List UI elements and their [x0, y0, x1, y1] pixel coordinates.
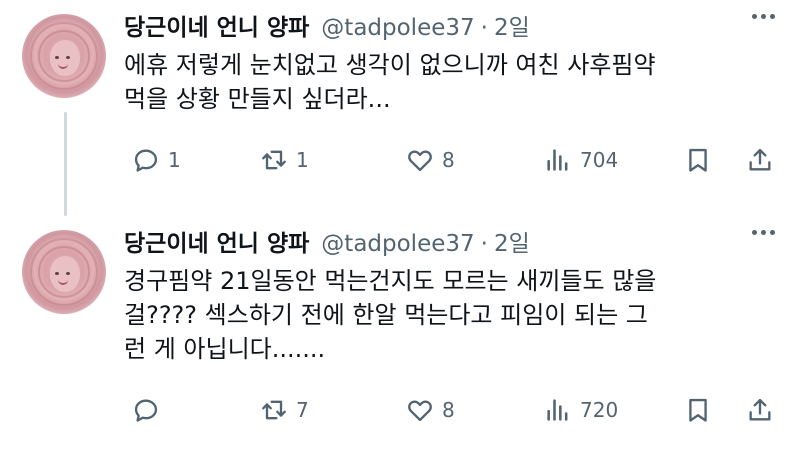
bookmark-button[interactable]: [684, 142, 712, 178]
share-button[interactable]: [746, 142, 774, 178]
view-count: 704: [580, 148, 619, 172]
retweet-count: 7: [296, 398, 309, 422]
like-count: 8: [442, 148, 455, 172]
tweet-text-line: 경구핌약 21일동안 먹는건지도 모르는 새끼들도 많을: [124, 267, 657, 295]
retweet-button[interactable]: 7: [260, 392, 309, 428]
share-icon: [749, 398, 771, 421]
timestamp[interactable]: 2일: [494, 224, 530, 258]
tweet-text-line: 에휴 저렇게 눈치없고 생각이 없으니까 여친 사후핌약: [124, 51, 656, 79]
tweet-text-line: 걸???? 섹스하기 전에 한알 먹는다고 피임이 되는 그: [124, 301, 648, 329]
share-button[interactable]: [746, 392, 774, 428]
reply-icon: [134, 399, 158, 422]
avatar[interactable]: [22, 14, 106, 98]
share-icon: [749, 148, 771, 171]
tweet-actions: 1 1 8 704: [124, 142, 784, 178]
tweet[interactable]: 당근이네 언니 양파 @tadpolee37 · 2일 에휴 저렇게 눈치없고 …: [0, 0, 800, 216]
bookmark-icon: [689, 148, 707, 172]
display-name[interactable]: 당근이네 언니 양파: [124, 8, 309, 42]
more-icon[interactable]: [752, 230, 775, 235]
tweet-actions: 7 8 720: [124, 392, 784, 428]
like-count: 8: [442, 398, 455, 422]
views-icon: [547, 149, 568, 171]
reply-button[interactable]: 1: [132, 142, 181, 178]
heart-icon: [408, 400, 432, 422]
reply-count: 1: [168, 148, 181, 172]
tweet-text: 경구핌약 21일동안 먹는건지도 모르는 새끼들도 많을 걸???? 섹스하기 …: [124, 264, 774, 366]
tweet-text: 에휴 저렇게 눈치없고 생각이 없으니까 여친 사후핌약 먹을 상황 만들지 싶…: [124, 48, 774, 116]
separator: ·: [480, 231, 488, 257]
avatar[interactable]: [22, 230, 106, 314]
tweet[interactable]: 당근이네 언니 양파 @tadpolee37 · 2일 경구핌약 21일동안 먹…: [0, 216, 800, 459]
timestamp[interactable]: 2일: [494, 8, 530, 42]
heart-icon: [408, 150, 432, 172]
user-handle[interactable]: @tadpolee37: [321, 15, 474, 41]
tweet-header: 당근이네 언니 양파 @tadpolee37 · 2일: [124, 224, 530, 258]
views-button[interactable]: 704: [544, 142, 618, 178]
views-button[interactable]: 720: [544, 392, 618, 428]
bookmark-icon: [689, 398, 707, 422]
user-handle[interactable]: @tadpolee37: [321, 231, 474, 257]
tweet-text-line: 런 게 아닙니다.......: [124, 335, 326, 363]
like-button[interactable]: 8: [406, 142, 455, 178]
tweet-text-line: 먹을 상황 만들지 싶더라...: [124, 85, 391, 113]
retweet-icon: [262, 150, 286, 170]
display-name[interactable]: 당근이네 언니 양파: [124, 224, 309, 258]
view-count: 720: [580, 398, 619, 422]
separator: ·: [480, 15, 488, 41]
more-icon[interactable]: [752, 14, 775, 19]
like-button[interactable]: 8: [406, 392, 455, 428]
bookmark-button[interactable]: [684, 392, 712, 428]
retweet-button[interactable]: 1: [260, 142, 309, 178]
retweet-count: 1: [296, 148, 309, 172]
retweet-icon: [262, 400, 286, 420]
views-icon: [547, 399, 568, 421]
reply-button[interactable]: [132, 392, 168, 428]
tweet-header: 당근이네 언니 양파 @tadpolee37 · 2일: [124, 8, 530, 42]
reply-icon: [134, 149, 158, 172]
